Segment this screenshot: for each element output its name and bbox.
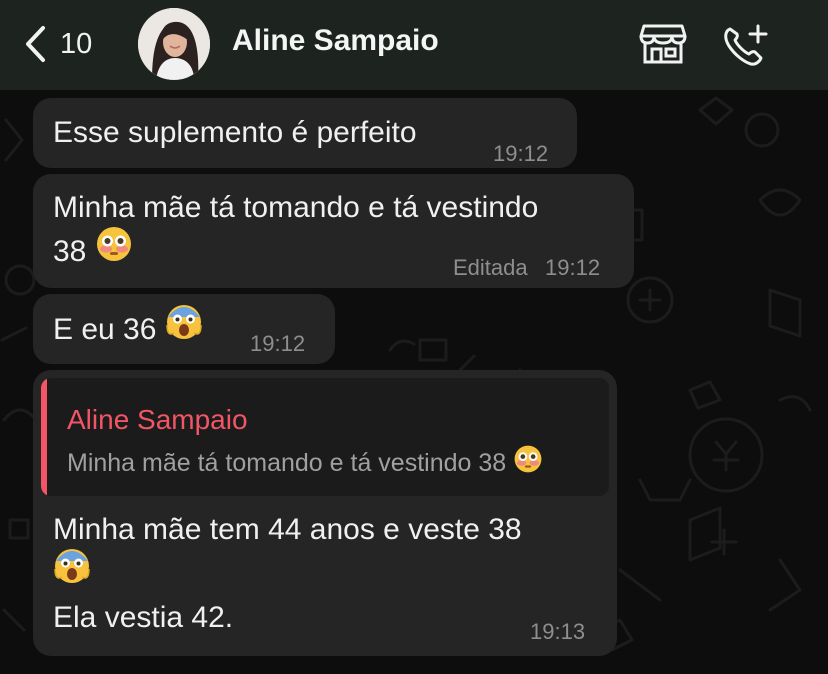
avatar[interactable] — [138, 8, 210, 80]
screaming-face-icon — [53, 547, 91, 598]
quoted-message[interactable]: Aline Sampaio Minha mãe tá tomando e tá … — [41, 378, 609, 496]
add-call-icon[interactable] — [720, 22, 770, 68]
screaming-face-icon — [165, 303, 203, 354]
chat-header: 10 Aline Sampaio — [0, 0, 828, 91]
quote-text: Minha mãe tá tomando e tá vestindo 38 — [67, 445, 543, 481]
message-text-content: E eu 36 — [53, 313, 157, 346]
store-icon[interactable] — [638, 23, 688, 65]
message-text-number: 38 — [53, 235, 87, 268]
back-button[interactable]: 10 — [24, 22, 92, 66]
unread-count: 10 — [60, 27, 93, 60]
contact-name[interactable]: Aline Sampaio — [232, 24, 439, 58]
message-bubble[interactable]: Esse suplemento é perfeito 19:12 — [33, 98, 577, 168]
message-emoji-line — [53, 548, 91, 598]
message-time: 19:13 — [530, 619, 586, 644]
message-text: E eu 36 — [53, 304, 203, 354]
message-text-line2: 38 — [53, 226, 133, 276]
message-time: 19:12 — [250, 331, 306, 356]
message-bubble[interactable]: Minha mãe tá tomando e tá vestindo 38 Ed… — [33, 174, 634, 288]
flushed-face-icon — [513, 444, 543, 481]
message-list[interactable]: Esse suplemento é perfeito 19:12 Minha m… — [0, 90, 828, 674]
flushed-face-icon — [95, 225, 133, 276]
message-text: Minha mãe tem 44 anos e veste 38 — [53, 513, 522, 546]
quote-accent-bar — [41, 378, 47, 496]
message-bubble[interactable]: Aline Sampaio Minha mãe tá tomando e tá … — [33, 370, 617, 656]
message-time: 19:12 — [493, 141, 549, 166]
edited-label: Editada — [453, 255, 528, 280]
message-text: Esse suplemento é perfeito — [53, 116, 417, 149]
quote-text-content: Minha mãe tá tomando e tá vestindo 38 — [67, 449, 507, 478]
quote-author: Aline Sampaio — [67, 404, 248, 435]
message-text: Minha mãe tá tomando e tá vestindo — [53, 191, 539, 224]
message-bubble[interactable]: E eu 36 19:12 — [33, 294, 335, 364]
chevron-left-icon — [26, 26, 45, 62]
message-time: 19:12 — [545, 255, 601, 280]
message-text: Ela vestia 42. — [53, 601, 234, 634]
